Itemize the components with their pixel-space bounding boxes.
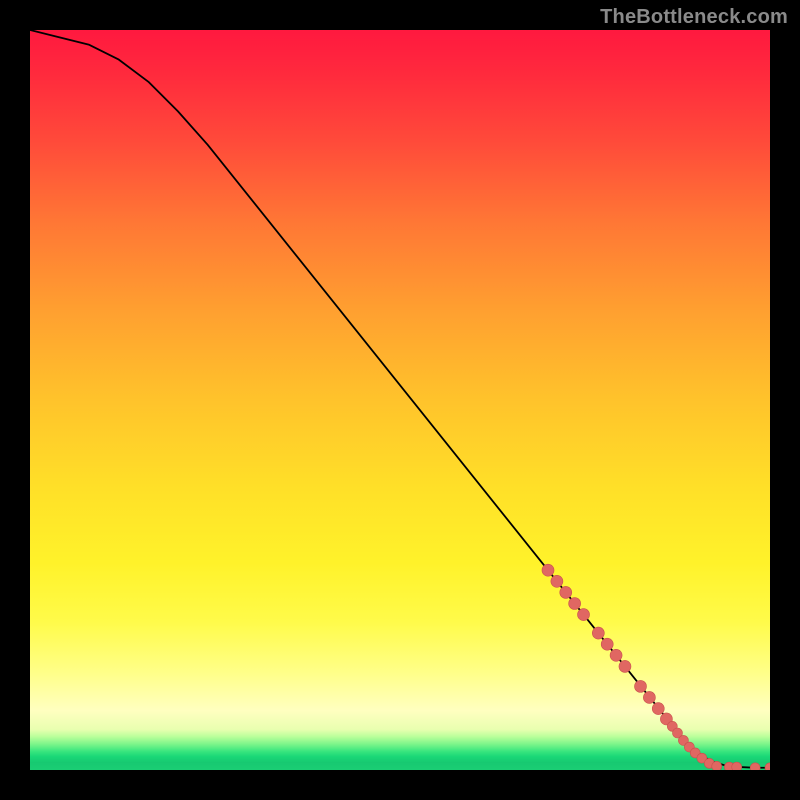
watermark-text: TheBottleneck.com	[600, 6, 788, 29]
chart-frame: TheBottleneck.com	[0, 0, 800, 800]
plot-area	[30, 30, 770, 770]
gradient-background	[30, 30, 770, 770]
